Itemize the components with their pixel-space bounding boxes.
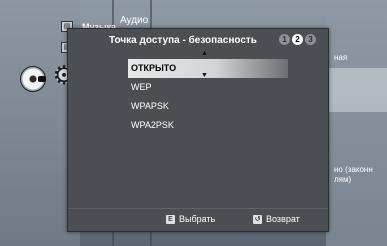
option-wep[interactable]: WEP [128, 78, 288, 97]
scroll-down-icon[interactable]: ▼ [201, 72, 208, 79]
right-text-top: ная [334, 53, 348, 62]
right-text-bottom-1: но (законн [334, 165, 373, 174]
step-badge-active: 2 [292, 34, 303, 45]
select-label: Выбрать [179, 214, 216, 224]
right-panel [326, 0, 387, 246]
audio-label: Аудио [120, 15, 149, 26]
option-open[interactable]: ОТКРЫТО [128, 59, 288, 78]
step-indicator: 1 2 3 [279, 34, 316, 45]
security-options-list: ОТКРЫТО WEP WPAPSK WPA2PSK [128, 59, 288, 135]
back-label: Возврат [266, 214, 300, 224]
option-wpa2psk[interactable]: WPA2PSK [128, 116, 288, 135]
step-badge: 3 [305, 34, 316, 45]
tv-screen: ▤ ▤ ⚙ Музыка Аудио ная но (законн лям) Т… [0, 0, 387, 246]
right-highlight [326, 68, 387, 112]
option-wpapsk[interactable]: WPAPSK [128, 97, 288, 116]
dialog-footer: E Выбрать ↺ Возврат [68, 208, 328, 232]
scroll-up-icon[interactable]: ▲ [201, 50, 208, 57]
access-point-security-dialog: Точка доступа - безопасность 1 2 3 ▲ ОТК… [67, 28, 329, 232]
disc-slot-icon [38, 76, 46, 82]
step-badge: 1 [279, 34, 290, 45]
back-button[interactable]: ↺ Возврат [253, 214, 300, 224]
dialog-title: Точка доступа - безопасность [109, 35, 257, 46]
right-text-bottom-2: лям) [334, 175, 352, 184]
return-key-icon: ↺ [253, 214, 262, 224]
enter-key-icon: E [166, 214, 175, 224]
select-button[interactable]: E Выбрать [166, 214, 215, 224]
